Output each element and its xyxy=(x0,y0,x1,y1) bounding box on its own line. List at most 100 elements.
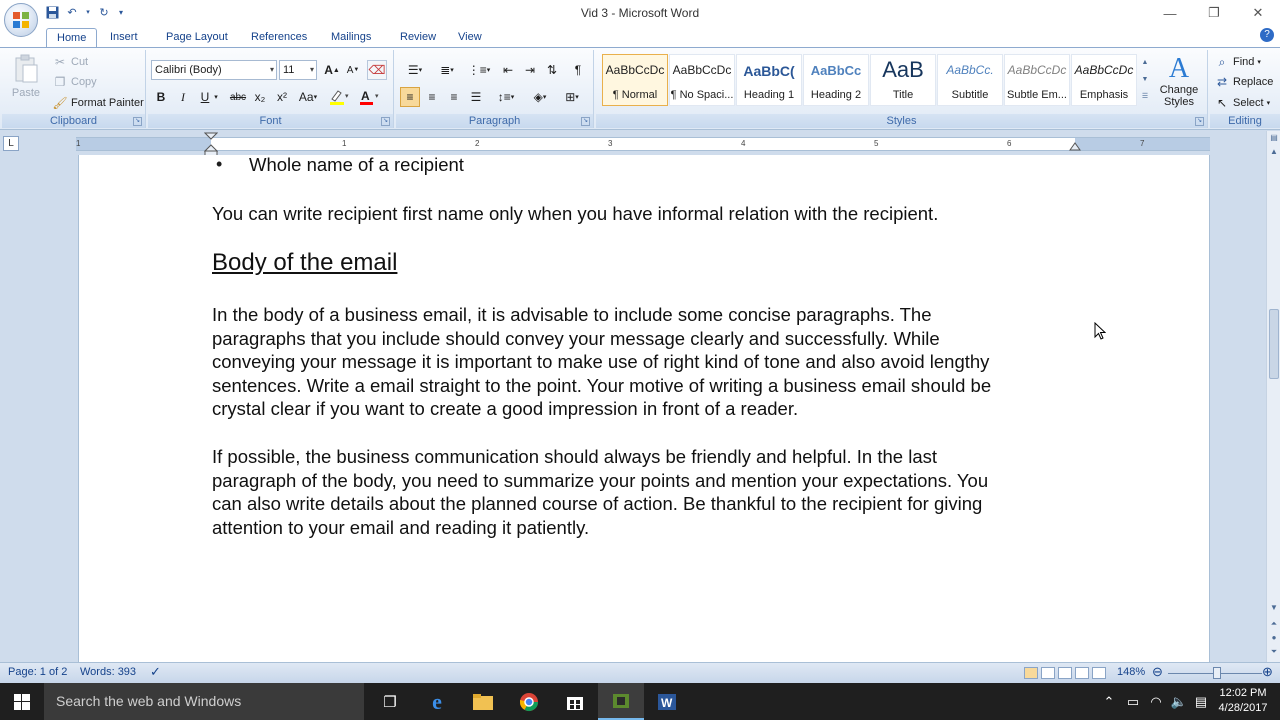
superscript-button[interactable]: x² xyxy=(272,87,292,107)
underline-dropdown[interactable]: ▾ xyxy=(211,87,221,107)
restore-button[interactable]: ❐ xyxy=(1192,0,1236,26)
notification-icon[interactable]: ▤ xyxy=(1190,683,1212,720)
font-name-combo[interactable]: Calibri (Body) ▾ xyxy=(151,60,277,80)
full-screen-reading-view-icon[interactable] xyxy=(1041,667,1055,679)
tab-mailings[interactable]: Mailings xyxy=(321,28,381,47)
tab-home[interactable]: Home xyxy=(46,28,98,47)
highlight-button[interactable]: ▾ xyxy=(326,87,352,107)
camtasia-app-icon[interactable] xyxy=(598,683,644,720)
zoom-out-icon[interactable]: ⊖ xyxy=(1152,664,1163,680)
tab-insert[interactable]: Insert xyxy=(100,28,148,47)
subscript-button[interactable]: x₂ xyxy=(250,87,270,107)
start-button[interactable] xyxy=(0,683,44,720)
find-button[interactable]: ⌕ Find ▾ xyxy=(1214,54,1261,70)
taskbar-clock[interactable]: 12:02 PM 4/28/2017 xyxy=(1214,686,1272,716)
style-heading-2[interactable]: AaBbCc Heading 2 xyxy=(803,54,869,106)
scroll-down-icon[interactable]: ▼ xyxy=(1267,601,1280,615)
italic-button[interactable]: I xyxy=(173,87,193,107)
web-layout-view-icon[interactable] xyxy=(1058,667,1072,679)
shading-button[interactable]: ◈ ▾ xyxy=(526,87,554,107)
wifi-icon[interactable]: ◠ xyxy=(1145,683,1167,720)
gallery-scroll[interactable]: ▲ ▼ ☰ xyxy=(1140,54,1150,106)
chrome-browser-icon[interactable] xyxy=(506,683,552,720)
multilevel-list-button[interactable]: ⋮≡ ▾ xyxy=(464,60,494,80)
ruler-toggle-icon[interactable]: ▤ xyxy=(1267,131,1280,145)
font-color-button[interactable]: A ▾ xyxy=(356,87,382,107)
styles-dialog-launcher-icon[interactable]: ↘ xyxy=(1195,117,1204,126)
align-right-button[interactable]: ≡ xyxy=(444,87,464,107)
store-icon[interactable] xyxy=(552,683,598,720)
style-subtle-emphasis[interactable]: AaBbCcDc Subtle Em... xyxy=(1004,54,1070,106)
zoom-level[interactable]: 148% xyxy=(1117,666,1145,678)
chevron-up-icon[interactable]: ▲ xyxy=(1140,54,1150,71)
increase-indent-button[interactable]: ⇥ xyxy=(520,60,540,80)
style-normal[interactable]: AaBbCcDc ¶ Normal xyxy=(602,54,668,106)
show-hidden-icons-icon[interactable]: ⌃ xyxy=(1100,683,1118,720)
gallery-more-icon[interactable]: ☰ xyxy=(1140,88,1150,105)
taskbar-search-box[interactable]: Search the web and Windows xyxy=(44,683,364,720)
grow-font-button[interactable]: A ▲ xyxy=(322,60,342,80)
clipboard-dialog-launcher-icon[interactable]: ↘ xyxy=(133,117,142,126)
tab-review[interactable]: Review xyxy=(390,28,446,47)
next-page-icon[interactable]: ⏷ xyxy=(1267,645,1280,659)
clear-formatting-button[interactable]: ⌫ xyxy=(367,60,387,80)
justify-button[interactable]: ☰ xyxy=(466,87,486,107)
style-emphasis[interactable]: AaBbCcDc Emphasis xyxy=(1071,54,1137,106)
style-title[interactable]: AaB Title xyxy=(870,54,936,106)
style-heading-1[interactable]: AaBbC( Heading 1 xyxy=(736,54,802,106)
help-icon[interactable]: ? xyxy=(1260,28,1274,42)
print-layout-view-icon[interactable] xyxy=(1024,667,1038,679)
document-page[interactable]: • Whole name of a recipient You can writ… xyxy=(78,155,1210,662)
horizontal-ruler[interactable]: 1 1 2 3 4 5 6 7 xyxy=(76,132,1210,157)
scroll-up-icon[interactable]: ▲ xyxy=(1267,145,1280,159)
strikethrough-button[interactable]: abc xyxy=(228,87,248,107)
edge-browser-icon[interactable]: e xyxy=(414,683,460,720)
tab-references[interactable]: References xyxy=(241,28,317,47)
minimize-button[interactable]: — xyxy=(1148,0,1192,26)
change-styles-button[interactable]: A Change Styles xyxy=(1156,54,1202,112)
paste-button[interactable]: Paste xyxy=(8,54,44,110)
align-center-button[interactable]: ≡ xyxy=(422,87,442,107)
word-count[interactable]: Words: 393 xyxy=(80,666,136,678)
draft-view-icon[interactable] xyxy=(1092,667,1106,679)
tab-view[interactable]: View xyxy=(448,28,492,47)
zoom-in-icon[interactable]: ⊕ xyxy=(1262,664,1273,680)
select-button[interactable]: ↖ Select ▾ xyxy=(1214,95,1270,111)
align-left-button[interactable]: ≡ xyxy=(400,87,420,107)
select-browse-object-icon[interactable]: ● xyxy=(1267,631,1280,645)
style-no-spacing[interactable]: AaBbCcDc ¶ No Spaci... xyxy=(669,54,735,106)
numbering-button[interactable]: ≣ ▾ xyxy=(432,60,462,80)
font-size-combo[interactable]: 11 ▾ xyxy=(279,60,317,80)
vertical-scrollbar[interactable]: ▤ ▲ ▼ ⏶ ● ⏷ xyxy=(1266,131,1280,662)
bold-button[interactable]: B xyxy=(151,87,171,107)
scrollbar-thumb[interactable] xyxy=(1269,309,1279,379)
chevron-down-icon[interactable]: ▼ xyxy=(1140,71,1150,88)
office-button[interactable] xyxy=(4,3,38,37)
page-count[interactable]: Page: 1 of 2 xyxy=(8,666,67,678)
copy-button[interactable]: ❐ Copy xyxy=(52,74,97,90)
tab-selector[interactable]: L xyxy=(3,136,19,151)
shrink-font-button[interactable]: A ▼ xyxy=(343,60,363,80)
borders-button[interactable]: ⊞ ▾ xyxy=(558,87,586,107)
replace-button[interactable]: ⇄ Replace xyxy=(1214,74,1273,90)
change-case-button[interactable]: Aa ▾ xyxy=(296,87,320,107)
show-hide-button[interactable]: ¶ xyxy=(568,60,588,80)
style-subtitle[interactable]: AaBbCc. Subtitle xyxy=(937,54,1003,106)
zoom-slider-thumb[interactable] xyxy=(1213,667,1221,679)
bullets-button[interactable]: ☰ ▾ xyxy=(400,60,430,80)
file-explorer-icon[interactable] xyxy=(460,683,506,720)
task-view-icon[interactable]: ❐ xyxy=(367,683,413,720)
decrease-indent-button[interactable]: ⇤ xyxy=(498,60,518,80)
font-dialog-launcher-icon[interactable]: ↘ xyxy=(381,117,390,126)
tab-page-layout[interactable]: Page Layout xyxy=(156,28,238,47)
sort-button[interactable]: ⇅ xyxy=(542,60,562,80)
battery-icon[interactable]: ▭ xyxy=(1122,683,1144,720)
close-button[interactable]: ✕ xyxy=(1236,0,1280,26)
volume-icon[interactable]: 🔈 xyxy=(1168,683,1190,720)
outline-view-icon[interactable] xyxy=(1075,667,1089,679)
word-app-icon[interactable]: W xyxy=(644,683,690,720)
paragraph-dialog-launcher-icon[interactable]: ↘ xyxy=(581,117,590,126)
previous-page-icon[interactable]: ⏶ xyxy=(1267,617,1280,631)
line-spacing-button[interactable]: ↕≡ ▾ xyxy=(492,87,520,107)
cut-button[interactable]: ✂ Cut xyxy=(52,54,88,70)
